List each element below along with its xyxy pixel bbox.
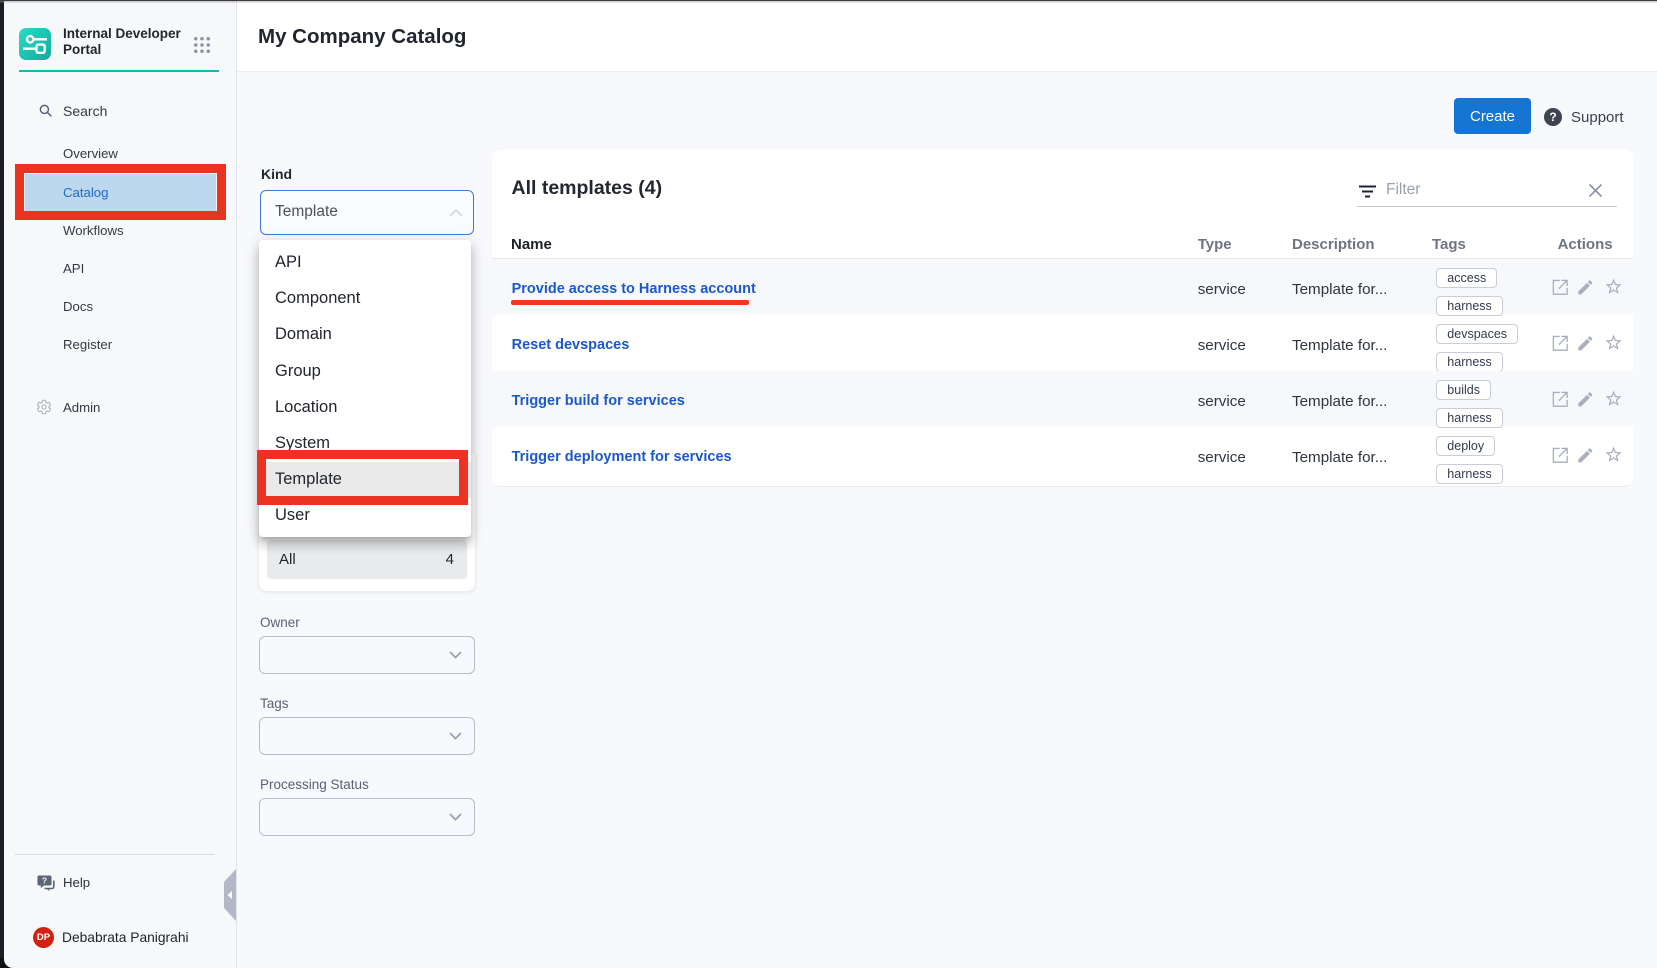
svg-text:?: ?	[42, 876, 47, 886]
